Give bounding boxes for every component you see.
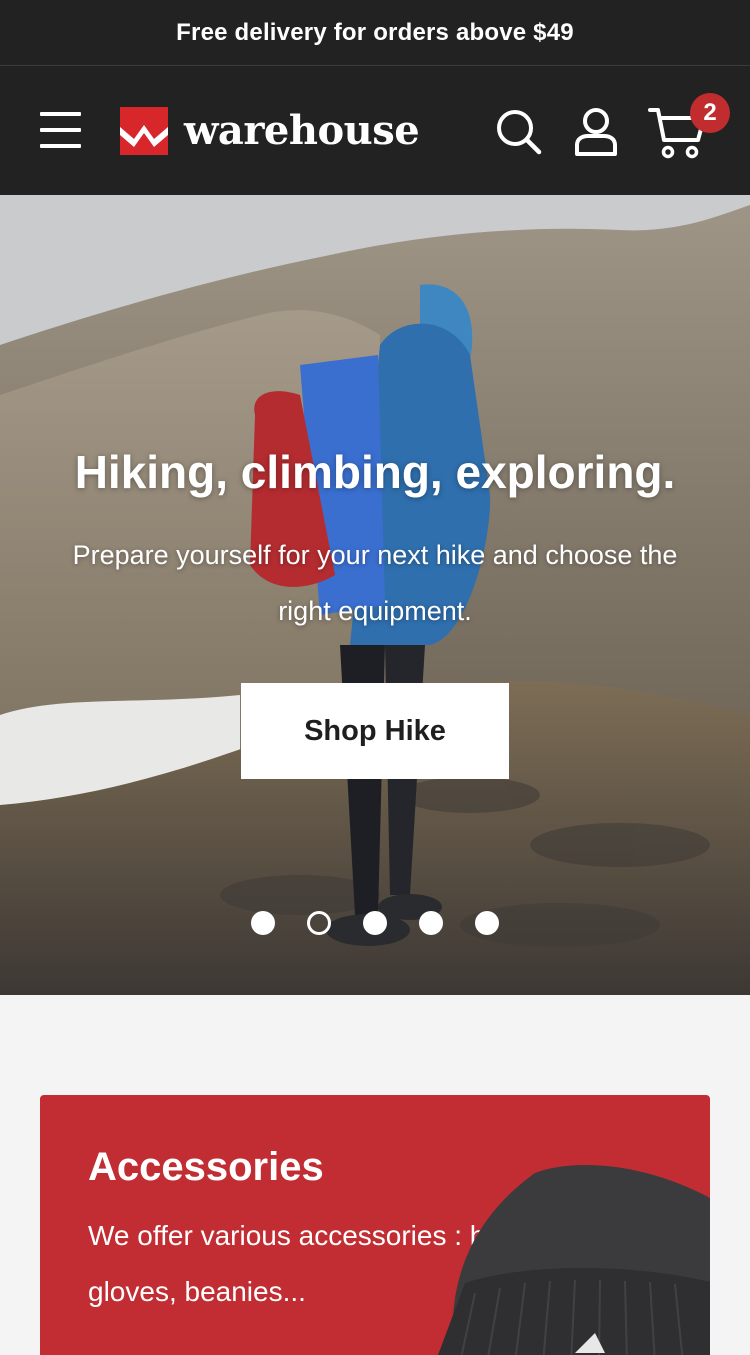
menu-button[interactable] [40, 112, 81, 148]
promo-title: Accessories [88, 1145, 324, 1189]
slide-dot-5[interactable] [475, 911, 499, 935]
hero-slideshow: Hiking, climbing, exploring. Prepare you… [0, 195, 750, 995]
hamburger-menu-icon [40, 112, 81, 116]
account-button[interactable] [573, 107, 619, 157]
slide-dot-3[interactable] [363, 911, 387, 935]
hero-subtitle: Prepare yourself for your next hike and … [72, 540, 678, 626]
logo-text: warehouse [184, 107, 420, 154]
cart-count-badge[interactable]: 2 [690, 93, 730, 133]
slideshow-dots [251, 911, 499, 935]
announcement-text: Free delivery for orders above $49 [176, 18, 574, 46]
user-account-icon [575, 108, 617, 156]
logo[interactable]: warehouse [120, 106, 420, 156]
announcement-bar: Free delivery for orders above $49 [0, 0, 750, 66]
shop-hike-button[interactable]: Shop Hike [241, 683, 509, 779]
slide-dot-2-active[interactable] [307, 911, 331, 935]
slide-dot-1[interactable] [251, 911, 275, 935]
slide-dot-4[interactable] [419, 911, 443, 935]
site-header: warehouse [0, 66, 750, 195]
hero-title: Hiking, climbing, exploring. [74, 446, 676, 498]
mountain-logo-icon [120, 107, 168, 155]
search-button[interactable] [494, 107, 542, 155]
accessories-promo-card[interactable]: Accessories We offer various accessories… [40, 1095, 710, 1355]
beanie-image [438, 1165, 710, 1355]
search-icon [497, 110, 542, 155]
